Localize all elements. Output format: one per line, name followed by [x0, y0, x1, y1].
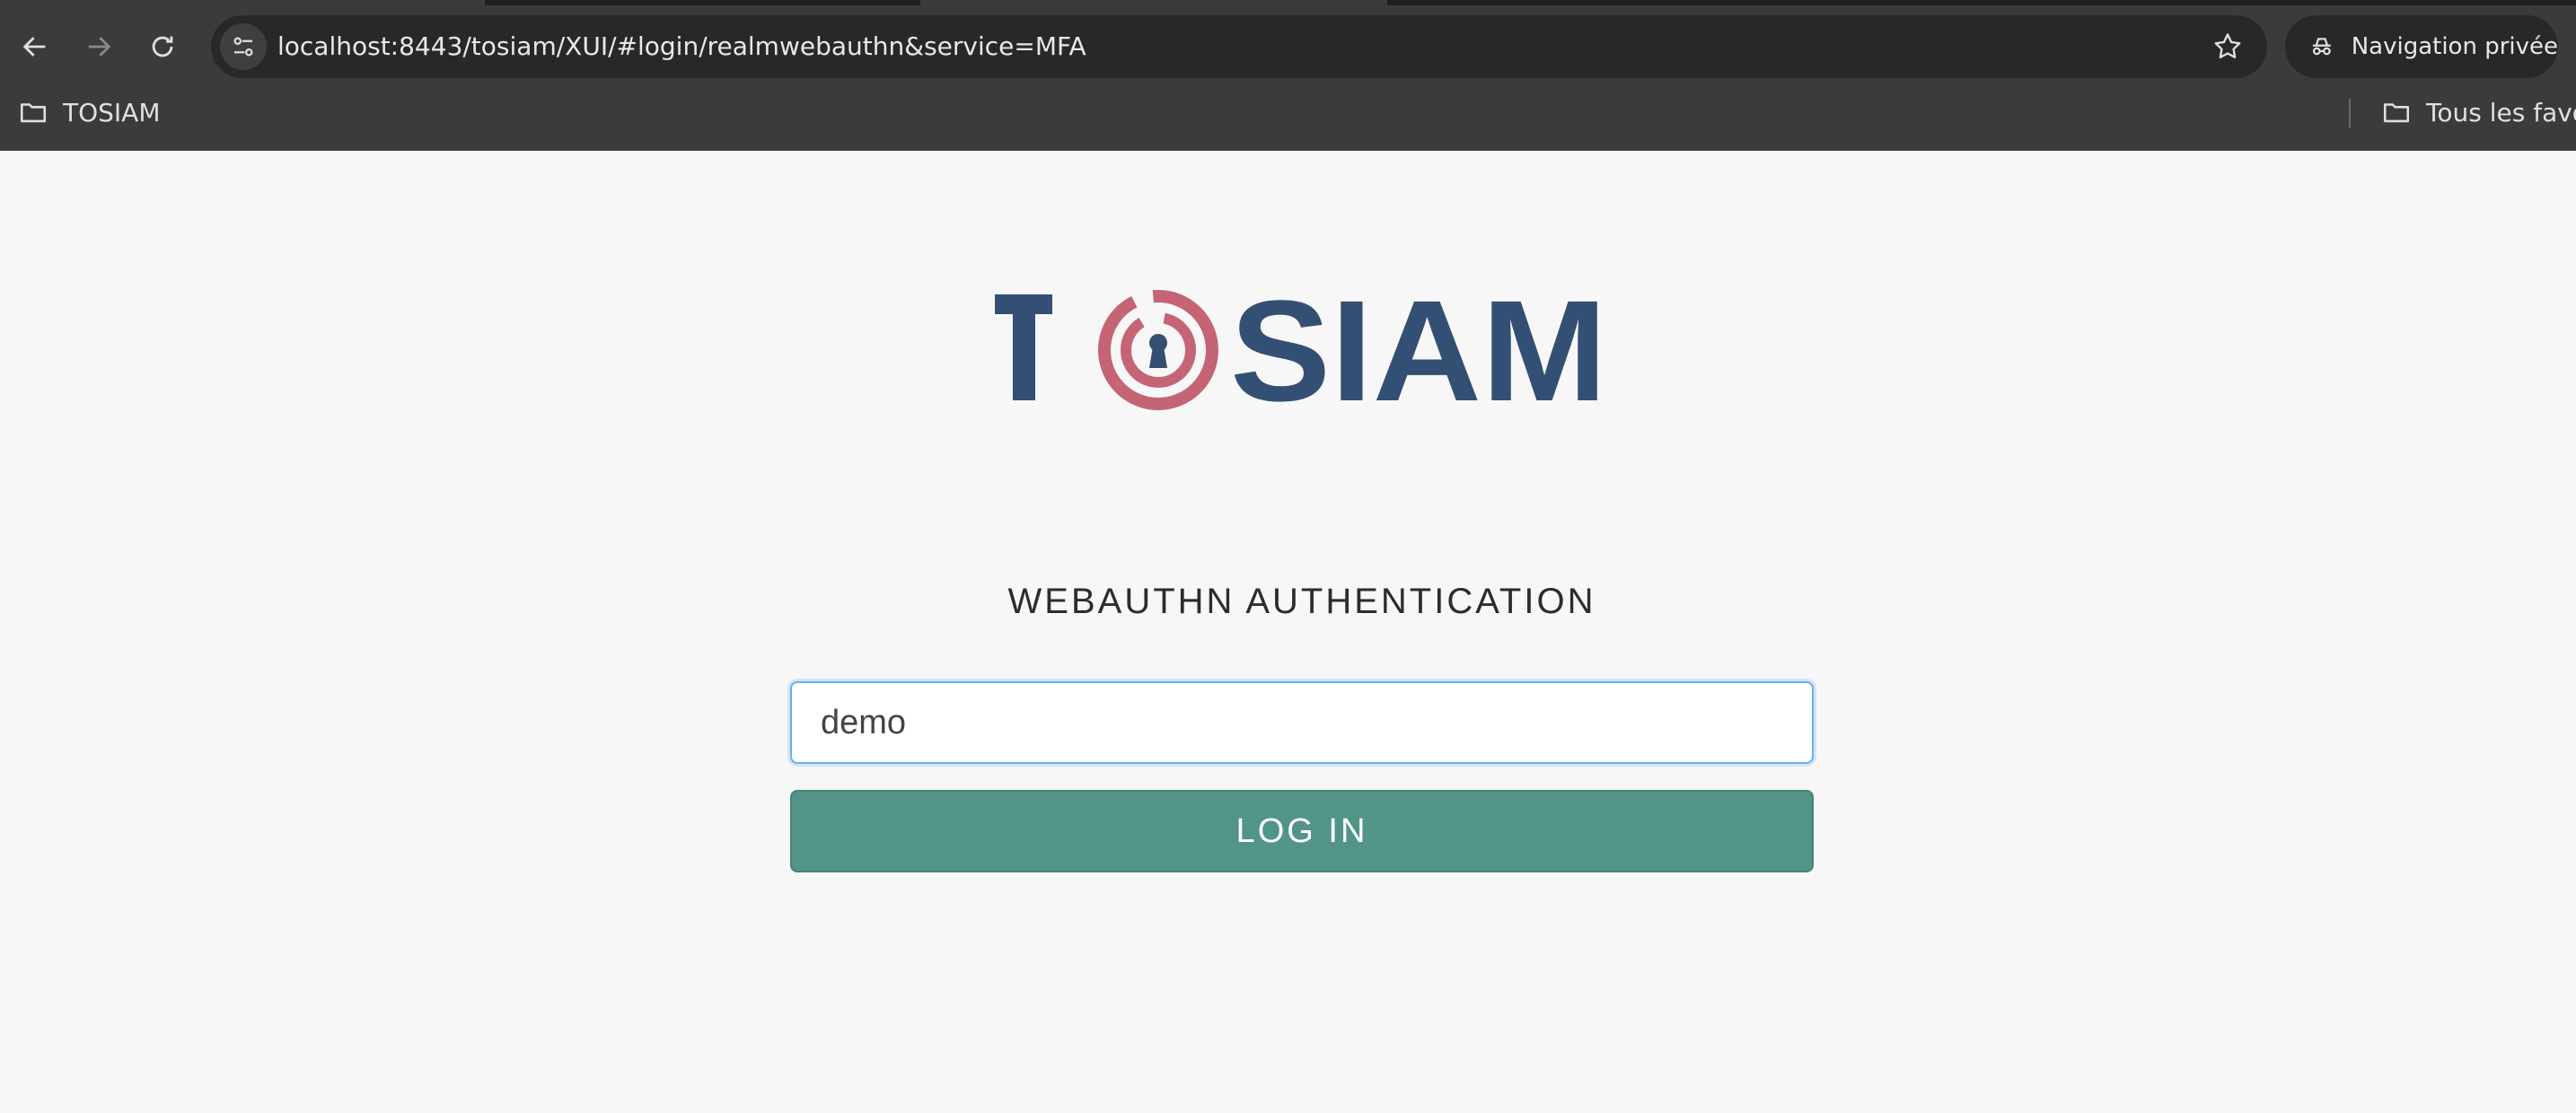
arrow-right-icon — [88, 37, 111, 57]
url-text[interactable]: localhost:8443/tosiam/XUI/#login/realmwe… — [277, 15, 1086, 78]
star-icon — [2214, 33, 2241, 59]
back-button[interactable] — [8, 20, 62, 74]
arrow-left-icon — [22, 37, 46, 57]
login-page: SIAM WEBAUTHN AUTHENTICATION LOG IN — [0, 151, 2576, 1113]
logo-text: SIAM — [1230, 285, 1607, 411]
bookmark-folder-all[interactable]: Tous les favoris — [2381, 93, 2576, 131]
bookmarks-divider — [2349, 99, 2351, 127]
incognito-icon — [2312, 38, 2331, 56]
tune-icon — [233, 37, 253, 57]
folder-icon — [2383, 103, 2410, 123]
bookmark-label: TOSIAM — [63, 97, 161, 127]
folder-icon — [20, 103, 47, 123]
username-input[interactable] — [790, 681, 1814, 764]
reload-button[interactable] — [136, 20, 189, 74]
tab-other[interactable] — [920, 0, 1387, 5]
logo-keyhole-ring — [1098, 290, 1218, 410]
bookmarks-bar: TOSIAM Tous les favoris — [0, 93, 2576, 151]
address-bar[interactable]: localhost:8443/tosiam/XUI/#login/realmwe… — [211, 15, 2267, 78]
bookmark-folder-tosiam[interactable]: TOSIAM — [18, 93, 161, 131]
bookmark-star-button[interactable] — [2210, 29, 2246, 65]
tab-strip — [0, 0, 2576, 5]
reload-icon — [152, 36, 173, 57]
logo-letter-t — [995, 294, 1052, 400]
forward-button[interactable] — [72, 20, 126, 74]
tosiam-logo: SIAM — [995, 285, 1607, 411]
bookmark-label: Tous les favoris — [2426, 97, 2576, 127]
incognito-indicator[interactable]: Navigation privée — [2285, 15, 2558, 78]
incognito-label: Navigation privée — [2351, 33, 2558, 60]
login-button[interactable]: LOG IN — [790, 790, 1814, 872]
tab-active[interactable] — [0, 0, 485, 5]
browser-toolbar: localhost:8443/tosiam/XUI/#login/realmwe… — [0, 0, 2576, 93]
site-info-button[interactable] — [220, 23, 267, 70]
page-title: WEBAUTHN AUTHENTICATION — [1007, 582, 1596, 621]
